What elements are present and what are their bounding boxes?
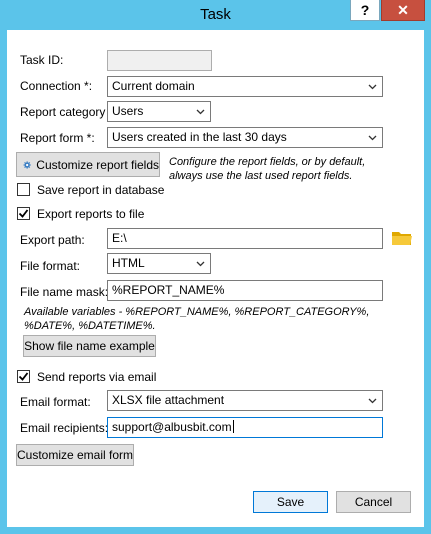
email-format-value: XLSX file attachment xyxy=(112,393,225,407)
checkmark-icon xyxy=(18,372,29,381)
send-email-checkbox[interactable] xyxy=(17,370,30,383)
checkmark-icon xyxy=(18,209,29,218)
help-button[interactable]: ? xyxy=(350,0,380,21)
chevron-down-icon xyxy=(196,109,205,115)
show-file-name-example-button[interactable]: Show file name example xyxy=(23,335,156,357)
connection-label: Connection *: xyxy=(20,79,93,93)
save-report-db-label: Save report in database xyxy=(37,183,165,197)
customize-report-fields-hint: Configure the report fields, or by defau… xyxy=(169,156,366,182)
chevron-down-icon xyxy=(368,398,377,404)
email-recipients-input[interactable]: support@albusbit.com xyxy=(107,417,383,438)
cancel-button[interactable]: Cancel xyxy=(336,491,411,513)
export-path-label: Export path: xyxy=(20,233,85,247)
gear-icon xyxy=(23,160,31,169)
chevron-down-icon xyxy=(368,84,377,90)
export-reports-checkbox[interactable] xyxy=(17,207,30,220)
task-id-field xyxy=(107,50,212,71)
report-category-select[interactable]: Users xyxy=(107,101,211,122)
dialog-body: Task ID: Connection *: Current domain Re… xyxy=(7,30,424,527)
customize-email-form-button[interactable]: Customize email form xyxy=(16,444,134,466)
email-format-label: Email format: xyxy=(20,395,91,409)
file-format-value: HTML xyxy=(112,256,145,270)
email-recipients-label: Email recipients: xyxy=(20,421,109,435)
report-form-select[interactable]: Users created in the last 30 days xyxy=(107,127,383,148)
send-email-label: Send reports via email xyxy=(37,370,157,384)
file-format-select[interactable]: HTML xyxy=(107,253,211,274)
connection-value: Current domain xyxy=(112,79,195,93)
chevron-down-icon xyxy=(368,135,377,141)
file-name-variables-hint: Available variables - %REPORT_NAME%, %RE… xyxy=(24,306,370,332)
export-path-input[interactable]: E:\ xyxy=(107,228,383,249)
chevron-down-icon xyxy=(196,261,205,267)
report-category-value: Users xyxy=(112,104,144,118)
task-dialog: Task ? ✕ Task ID: Connection *: Current … xyxy=(0,0,431,534)
task-id-label: Task ID: xyxy=(20,53,64,67)
file-name-mask-input[interactable]: %REPORT_NAME% xyxy=(107,280,383,301)
report-category-label: Report category *: xyxy=(20,105,117,119)
save-report-db-checkbox[interactable] xyxy=(17,183,30,196)
report-form-value: Users created in the last 30 days xyxy=(112,130,287,144)
title-bar: Task ? ✕ xyxy=(0,0,431,30)
text-cursor xyxy=(232,420,234,433)
folder-icon[interactable] xyxy=(391,229,413,247)
file-format-label: File format: xyxy=(20,259,81,273)
file-name-mask-label: File name mask: xyxy=(20,285,109,299)
close-button[interactable]: ✕ xyxy=(381,0,425,21)
email-format-select[interactable]: XLSX file attachment xyxy=(107,390,383,411)
connection-select[interactable]: Current domain xyxy=(107,76,383,97)
report-form-label: Report form *: xyxy=(20,131,95,145)
email-recipients-value: support@albusbit.com xyxy=(112,420,232,434)
save-button[interactable]: Save xyxy=(253,491,328,513)
customize-report-fields-label: Customize report fields xyxy=(36,157,159,172)
export-reports-label: Export reports to file xyxy=(37,207,145,221)
customize-report-fields-button[interactable]: Customize report fields xyxy=(16,152,160,177)
